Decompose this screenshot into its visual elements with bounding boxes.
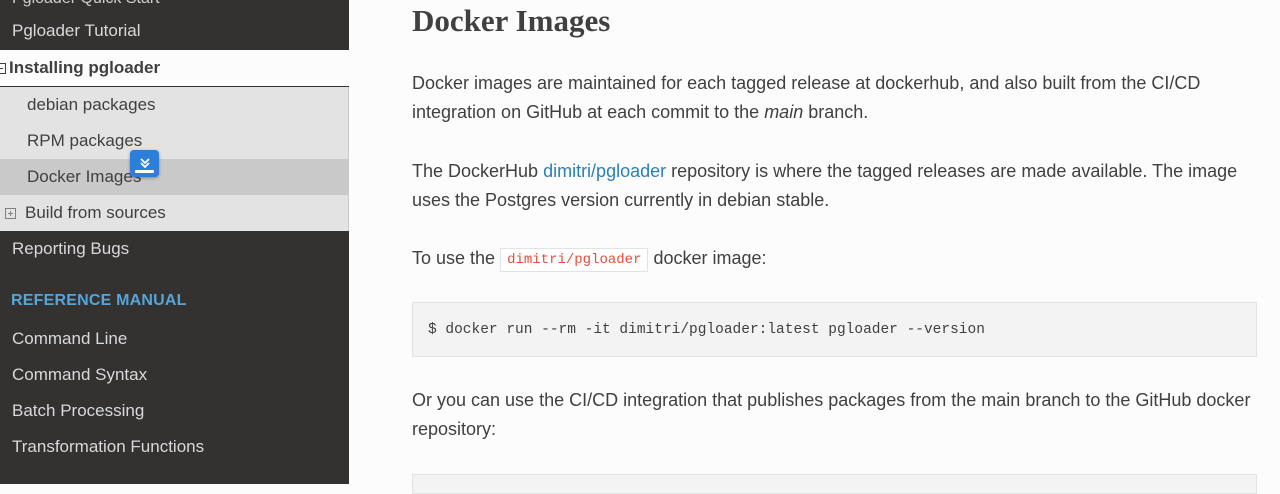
sidebar-item-label: Batch Processing xyxy=(12,401,145,420)
page-title: Docker Images xyxy=(412,3,611,38)
double-chevron-down-icon xyxy=(139,158,150,169)
sidebar-item-label: Command Syntax xyxy=(12,365,148,384)
sidebar-item-label: Installing pgloader xyxy=(9,58,161,77)
sidebar-item-label: Build from sources xyxy=(25,203,166,222)
sidebar-item-transformation-functions[interactable]: Transformation Functions xyxy=(0,429,349,465)
code-block-docker-run[interactable]: $ docker run --rm -it dimitri/pgloader:l… xyxy=(412,302,1257,357)
sidebar-item-label: RPM packages xyxy=(27,131,143,150)
sidebar-item-label: Command Line xyxy=(12,329,128,348)
dockerhub-link[interactable]: dimitri/pgloader xyxy=(543,161,666,181)
sidebar-item-label: debian packages xyxy=(27,95,156,114)
sidebar-nav: Pgloader Quick Start Pgloader Tutorial I… xyxy=(0,0,349,484)
emphasis-main: main xyxy=(764,102,804,122)
download-overlay-icon[interactable] xyxy=(130,150,159,177)
sidebar-item-debian-packages[interactable]: debian packages xyxy=(0,87,349,123)
sidebar-caption-reference-manual: REFERENCE MANUAL xyxy=(11,292,187,309)
sidebar-item-label: Docker Images xyxy=(27,167,142,186)
paragraph-text: To use the xyxy=(412,248,501,268)
paragraph-text: branch. xyxy=(803,102,869,122)
sidebar-item-label: Transformation Functions xyxy=(12,437,205,456)
badge-base-bar xyxy=(135,170,154,173)
paragraph-text: Or you can use the CI/CD integration tha… xyxy=(412,390,1251,439)
paragraph-text: The DockerHub xyxy=(412,161,544,181)
sidebar-item-label: Reporting Bugs xyxy=(12,239,130,258)
sidebar-item-batch-processing[interactable]: Batch Processing xyxy=(0,393,349,429)
sidebar-item-command-syntax[interactable]: Command Syntax xyxy=(0,357,349,393)
sidebar-item-pgloader-tutorial[interactable]: Pgloader Tutorial xyxy=(0,13,349,49)
paragraph-usage: To use the dimitri/pgloader docker image… xyxy=(412,244,1272,273)
inline-code-image-name: dimitri/pgloader xyxy=(500,248,649,272)
code-block-partial[interactable] xyxy=(412,474,1257,494)
sidebar-item-rpm-packages[interactable]: RPM packages xyxy=(0,123,349,159)
code-text: $ docker run --rm -it dimitri/pgloader:l… xyxy=(428,321,985,338)
sidebar-item-build-from-sources[interactable]: Build from sources xyxy=(0,195,349,231)
sidebar-item-reporting-bugs[interactable]: Reporting Bugs xyxy=(0,231,349,267)
main-content: Docker Images Docker images are maintain… xyxy=(349,0,1280,494)
minus-box-icon[interactable] xyxy=(0,62,6,74)
sidebar-item-label: Pgloader Tutorial xyxy=(12,21,141,40)
paragraph-intro: Docker images are maintained for each ta… xyxy=(412,69,1272,127)
paragraph-text: docker image: xyxy=(648,248,767,268)
paragraph-dockerhub: The DockerHub dimitri/pgloader repositor… xyxy=(412,157,1272,215)
sidebar-item-docker-images[interactable]: Docker Images xyxy=(0,159,349,195)
sidebar-item-installing-pgloader[interactable]: Installing pgloader xyxy=(0,50,349,86)
sidebar-item-command-line[interactable]: Command Line xyxy=(0,321,349,357)
plus-box-icon[interactable] xyxy=(5,207,16,219)
sidebar-item-label: Pgloader Quick Start xyxy=(12,0,160,8)
sidebar-item-quick-start[interactable]: Pgloader Quick Start xyxy=(0,0,349,12)
paragraph-ci-cd: Or you can use the CI/CD integration tha… xyxy=(412,386,1272,444)
